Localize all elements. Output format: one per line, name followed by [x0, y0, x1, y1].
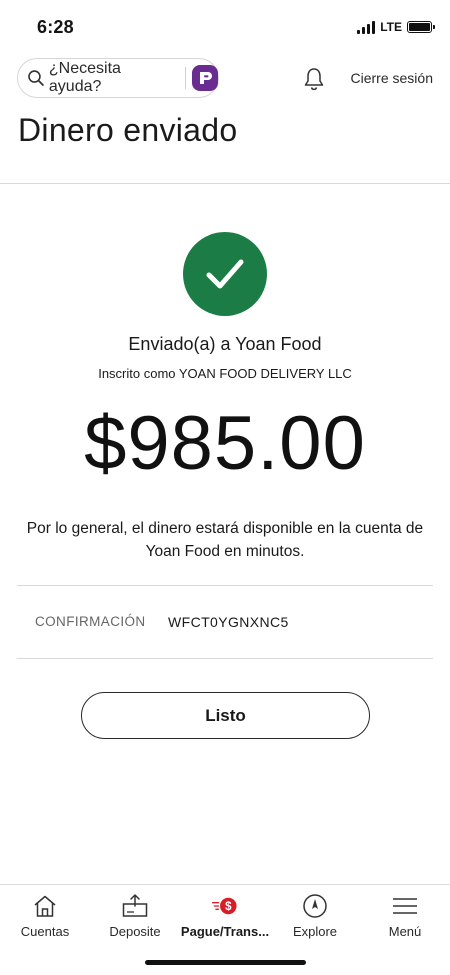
- search-icon: [28, 70, 44, 86]
- help-placeholder: ¿Necesita ayuda?: [48, 60, 121, 95]
- amount-sent: $985.00: [84, 401, 366, 486]
- done-button[interactable]: Listo: [81, 692, 370, 739]
- home-icon: [31, 893, 59, 919]
- compass-icon: [301, 893, 329, 919]
- bell-icon[interactable]: [302, 66, 326, 92]
- divider: [17, 585, 433, 586]
- nav-item-deposit[interactable]: Deposite: [90, 885, 180, 945]
- svg-text:$: $: [225, 901, 232, 913]
- status-time: 6:28: [37, 17, 74, 37]
- nav-label: Menú: [388, 924, 422, 939]
- enrolled-as-text: Inscrito como YOAN FOOD DELIVERY LLC: [98, 366, 352, 381]
- header-divider: [0, 183, 450, 184]
- nav-label: Pague/Trans...: [180, 924, 270, 939]
- status-bar: 6:28 LTE: [0, 0, 450, 52]
- battery-icon: [407, 21, 435, 33]
- assistant-icon[interactable]: [192, 65, 219, 91]
- logout-link[interactable]: Cierre sesión: [351, 70, 433, 86]
- nav-item-explore[interactable]: Explore: [270, 885, 360, 945]
- availability-note: Por lo general, el dinero estará disponi…: [26, 520, 424, 560]
- nav-label: Cuentas: [20, 924, 70, 939]
- signal-icon: [357, 20, 376, 34]
- pay-transfer-icon: $: [211, 893, 239, 919]
- success-check-icon: [183, 232, 267, 316]
- deposit-icon: [121, 893, 149, 919]
- pill-divider: [185, 67, 187, 89]
- page-title: Dinero enviado: [18, 112, 238, 148]
- confirmation-label: CONFIRMACIÓN: [35, 614, 146, 629]
- menu-icon: [391, 893, 419, 919]
- nav-item-pay-transfer[interactable]: $ Pague/Trans...: [180, 885, 270, 945]
- divider: [17, 658, 433, 659]
- network-type: LTE: [380, 20, 402, 34]
- status-indicators: LTE: [357, 20, 435, 34]
- confirmation-code: WFCT0YGNXNC5: [168, 614, 289, 630]
- nav-item-menu[interactable]: Menú: [360, 885, 450, 945]
- help-search-field[interactable]: ¿Necesita ayuda?: [17, 58, 219, 98]
- home-indicator[interactable]: [145, 960, 306, 965]
- nav-label: Deposite: [109, 924, 161, 939]
- nav-label: Explore: [292, 924, 338, 939]
- recipient-heading: Enviado(a) a Yoan Food: [128, 334, 322, 354]
- nav-item-accounts[interactable]: Cuentas: [0, 885, 90, 945]
